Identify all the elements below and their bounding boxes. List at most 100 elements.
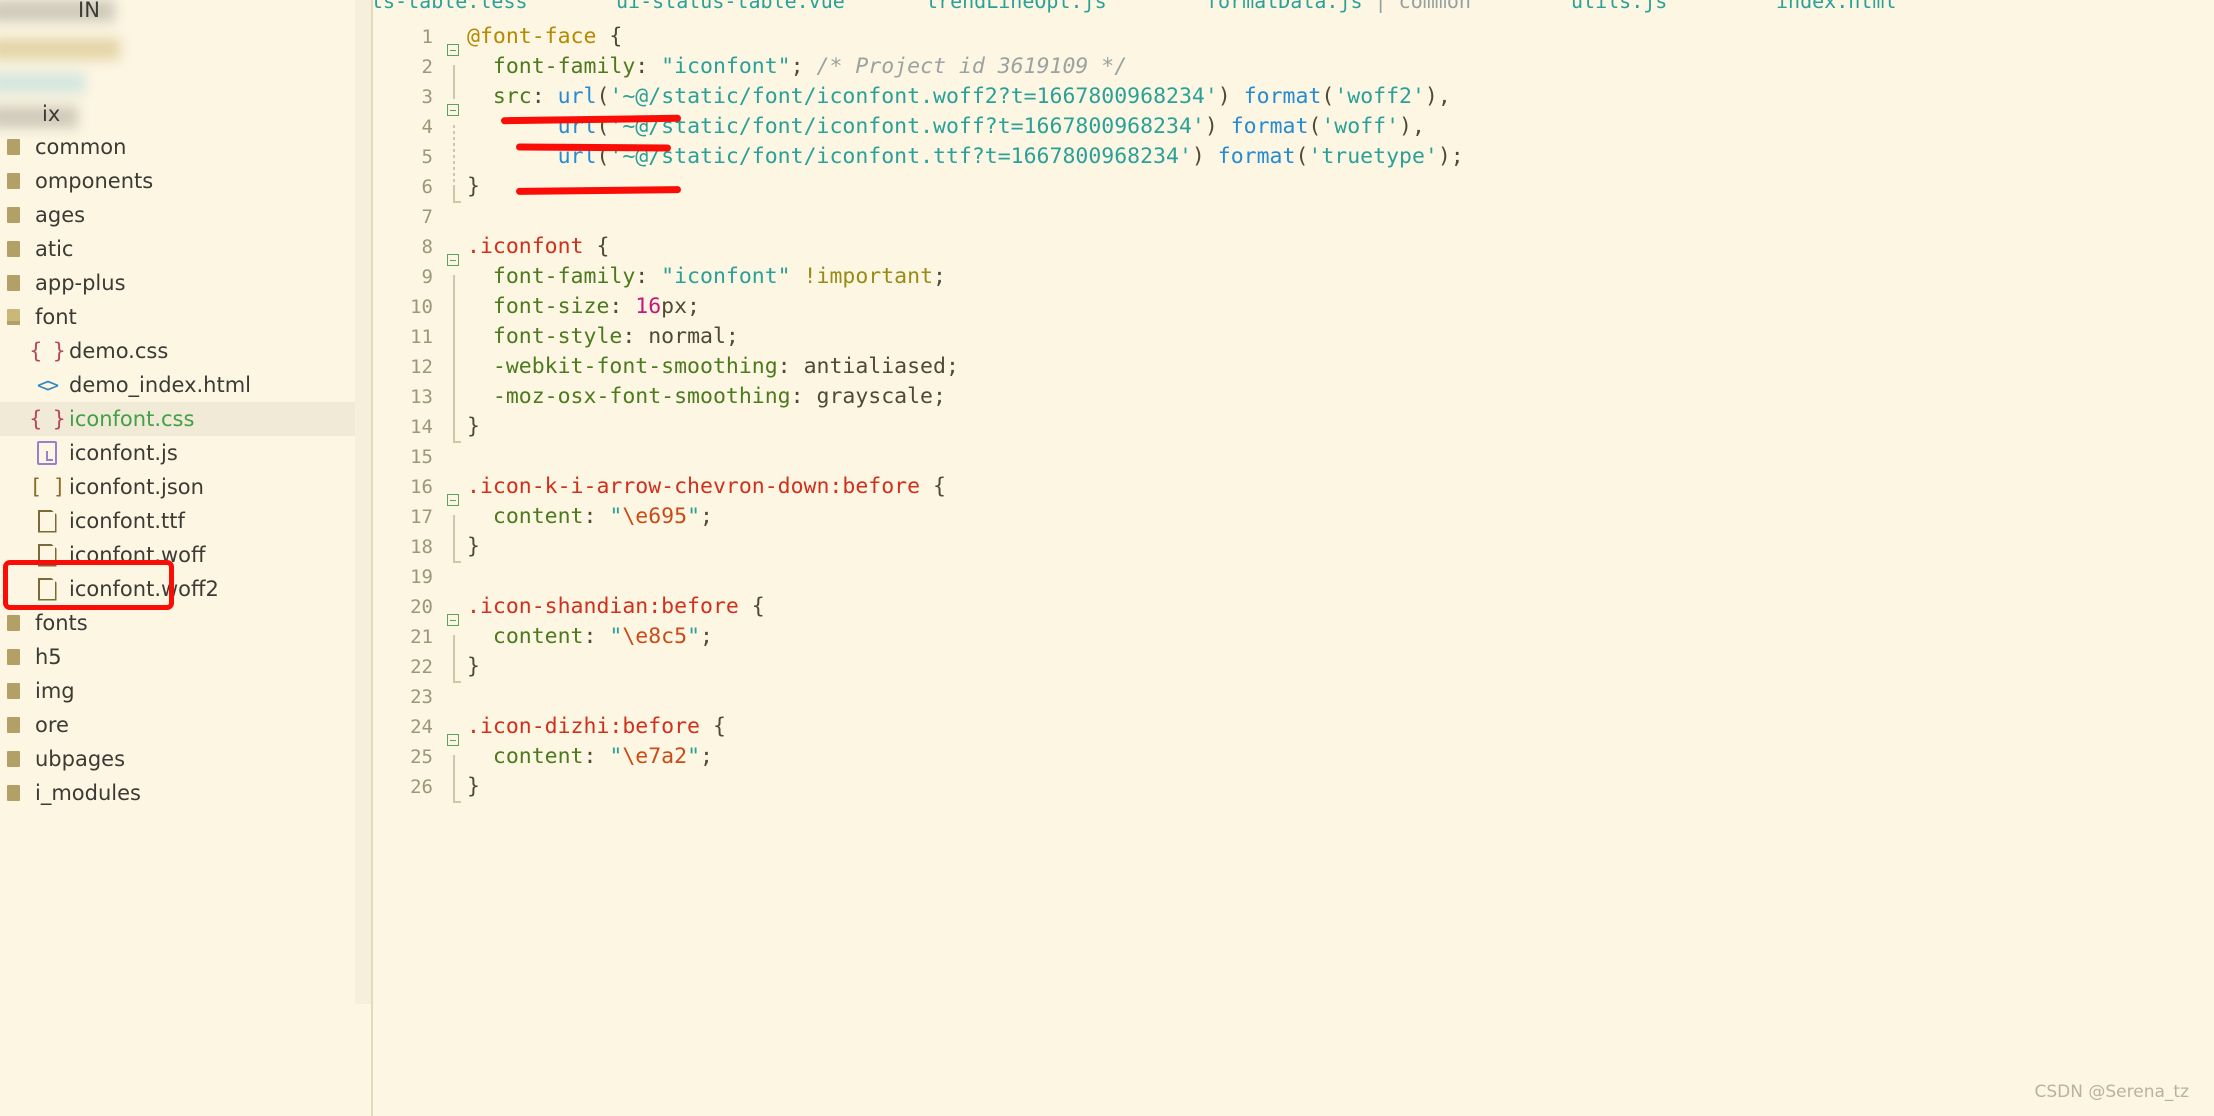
tree-item-i-modules[interactable]: i_modules [0, 776, 355, 810]
tree-item-iconfont-ttf[interactable]: iconfont.ttf [0, 504, 371, 538]
tree-item-iconfont-json[interactable]: [ ] iconfont.json [0, 470, 371, 504]
code-line[interactable]: 26} [371, 772, 2214, 803]
code-line[interactable]: 18} [371, 532, 2214, 563]
code-line[interactable]: 25 content: "\e7a2"; [371, 742, 2214, 789]
tree-item-label: i_modules [35, 781, 141, 805]
editor-tab-formatdata-js[interactable]: formatData.js | common [1206, 0, 1471, 13]
folder-icon [0, 207, 26, 223]
tree-item-label: h5 [35, 645, 62, 669]
tree-item-label: atic [35, 237, 74, 261]
code-text: font-style: normal; [467, 324, 739, 349]
code-text: -webkit-font-smoothing: antialiased; [467, 354, 959, 379]
code-line[interactable]: 16 .icon-k-i-arrow-chevron-down:before { [371, 472, 2214, 506]
redacted-label-top: IN [78, 0, 100, 22]
line-number: 23 [410, 686, 433, 708]
line-number: 2 [421, 56, 433, 78]
code-text: .iconfont { [467, 234, 610, 259]
line-number: 19 [410, 566, 433, 588]
line-number: 18 [410, 536, 433, 558]
tree-item-iconfont-woff[interactable]: iconfont.woff [0, 538, 371, 572]
code-line[interactable]: 8 .iconfont { [371, 232, 2214, 266]
code-line[interactable]: 21 content: "\e8c5"; [371, 622, 2214, 669]
folder-open-icon [0, 309, 26, 325]
tree-item-demo-css[interactable]: { } demo.css [0, 334, 371, 368]
tree-item-fonts[interactable]: fonts [0, 606, 355, 640]
tree-item-ages[interactable]: ages [0, 198, 355, 232]
code-line[interactable]: 9 font-family: "iconfont" !important; [371, 262, 2214, 309]
html-file-icon: <> [36, 373, 59, 397]
tree-item-iconfont-woff2[interactable]: iconfont.woff2 [0, 572, 371, 606]
editor-tab-ui-status-table-vue[interactable]: ui-status-table.vue [616, 0, 845, 13]
folder-icon [0, 173, 26, 189]
code-line[interactable]: 19 [371, 562, 2214, 592]
folder-icon [0, 275, 26, 291]
code-text: @font-face { [467, 24, 623, 49]
code-line[interactable]: 14} [371, 412, 2214, 443]
line-number: 20 [410, 596, 433, 618]
tree-item-label: ages [35, 203, 86, 227]
tree-item-label: fonts [35, 611, 88, 635]
tab-suffix: | common [1374, 0, 1471, 13]
code-text: content: "\e8c5"; [467, 624, 713, 649]
folder-icon [0, 717, 26, 733]
code-line[interactable]: 11 font-style: normal; [371, 322, 2214, 369]
tree-item-label: demo_index.html [69, 373, 252, 397]
tree-item-iconfont-css[interactable]: { } iconfont.css [0, 402, 371, 436]
generic-file-icon [34, 509, 60, 533]
tree-item-label: iconfont.woff [69, 543, 206, 567]
tree-item-demo-index-html[interactable]: <> demo_index.html [0, 368, 371, 402]
code-line[interactable]: 12 -webkit-font-smoothing: antialiased; [371, 352, 2214, 399]
editor-tab-trendlineopt-js[interactable]: trendLineOpt.js [926, 0, 1107, 13]
code-line[interactable]: 15 [371, 442, 2214, 472]
code-line[interactable]: 24 .icon-dizhi:before { [371, 712, 2214, 746]
code-editor-pane[interactable]: ts-table.less ui-status-table.vue trendLin… [371, 0, 2214, 1116]
tree-item-label: app-plus [35, 271, 126, 295]
tree-item-ubpages[interactable]: ubpages [0, 742, 355, 776]
line-number: 9 [421, 266, 433, 288]
generic-file-icon [34, 577, 60, 601]
code-line[interactable]: 1 @font-face { [371, 22, 2214, 56]
line-number: 6 [421, 176, 433, 198]
code-line[interactable]: 22} [371, 652, 2214, 683]
css-file-icon: { } [29, 338, 66, 363]
tree-item-omponents[interactable]: omponents [0, 164, 355, 198]
tree-item-img[interactable]: img [0, 674, 355, 708]
code-line[interactable]: 2 font-family: "iconfont"; /* Project id… [371, 52, 2214, 99]
tree-item-font[interactable]: font [0, 300, 355, 334]
code-line[interactable]: 3 src: url('~@/static/font/iconfont.woff… [371, 82, 2214, 116]
js-file-icon [34, 441, 60, 465]
line-number: 4 [421, 116, 433, 138]
code-line[interactable]: 20 .icon-shandian:before { [371, 592, 2214, 626]
editor-tab-utils-js[interactable]: utils.js [1571, 0, 1667, 13]
line-number: 13 [410, 386, 433, 408]
line-number: 16 [410, 476, 433, 498]
code-text: } [467, 414, 480, 439]
code-line[interactable]: 17 content: "\e695"; [371, 502, 2214, 549]
tab-label: ts-table.less [371, 0, 528, 13]
sidebar-scrollbar[interactable] [355, 0, 371, 1004]
code-text: content: "\e7a2"; [467, 744, 713, 769]
tree-item-common[interactable]: common [0, 130, 355, 164]
tree-item-iconfont-js[interactable]: iconfont.js [0, 436, 371, 470]
tree-item-atic[interactable]: atic [0, 232, 355, 266]
code-line[interactable]: 23 [371, 682, 2214, 712]
tree-item-h5[interactable]: h5 [0, 640, 355, 674]
editor-tab-bar[interactable]: ts-table.less ui-status-table.vue trendLin… [371, 0, 2214, 14]
code-line[interactable]: 10 font-size: 16px; [371, 292, 2214, 339]
tree-item-label: iconfont.js [69, 441, 178, 465]
editor-tab-index-html[interactable]: index.html [1776, 0, 1896, 13]
tree-item-ore[interactable]: ore [0, 708, 355, 742]
editor-tab-ts-table-less[interactable]: ts-table.less [371, 0, 528, 13]
line-number: 8 [421, 236, 433, 258]
tab-label: ui-status-table.vue [616, 0, 845, 13]
tab-label: formatData.js [1206, 0, 1363, 13]
code-line[interactable]: 13 -moz-osx-font-smoothing: grayscale; [371, 382, 2214, 429]
tree-item-label: iconfont.css [69, 407, 195, 431]
line-number: 22 [410, 656, 433, 678]
code-text: src: url('~@/static/font/iconfont.woff2?… [467, 84, 1451, 109]
folder-icon [0, 241, 26, 257]
tree-item-label: iconfont.woff2 [69, 577, 219, 601]
tree-item-app-plus[interactable]: app-plus [0, 266, 355, 300]
code-line[interactable]: 7 [371, 202, 2214, 232]
file-explorer-sidebar[interactable]: IN ix common omponents ages atic app-plus fon… [0, 0, 371, 1116]
